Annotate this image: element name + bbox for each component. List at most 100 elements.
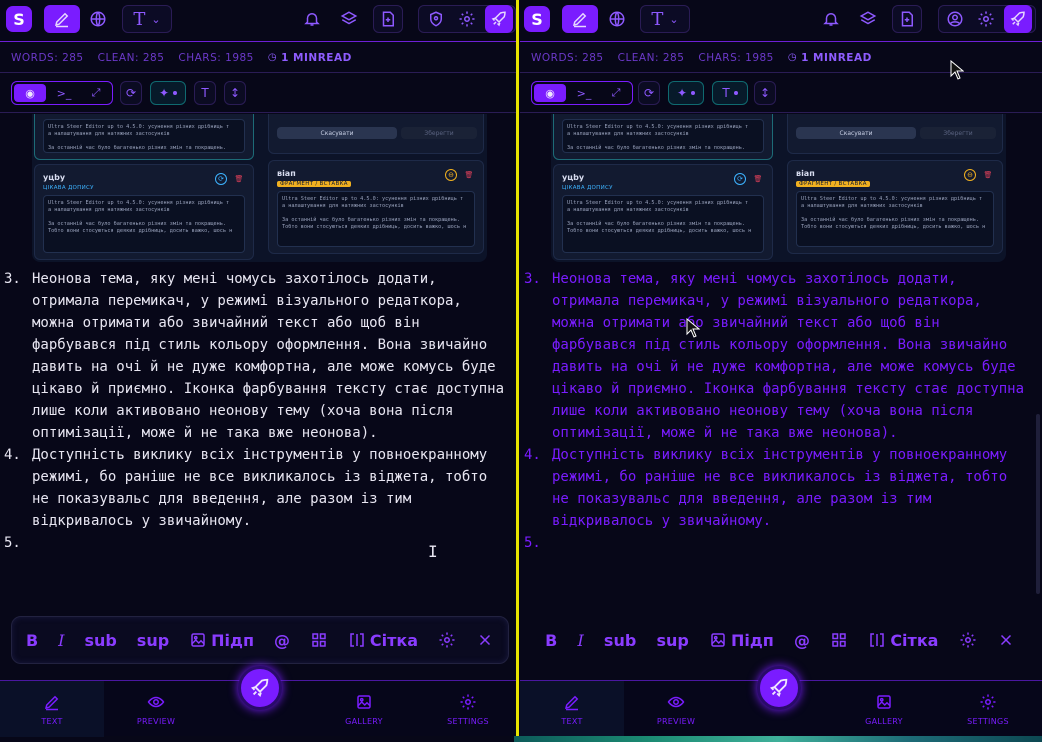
nav-tab-settings[interactable]: SETTINGS [416,681,518,737]
nav-tab-preview[interactable]: PREVIEW [104,681,208,737]
preview-card-1: yцbу ЦІКАВА ДОПИСУ ⟳ 🗑 Ultra Steer Edito… [34,164,254,260]
editor-content[interactable]: Ultra Steer Editor up to 4.5.0: усунення… [0,114,518,614]
line-height-button[interactable]: ↕ [224,81,246,105]
subscript-button[interactable]: sub [604,631,636,650]
globe-button[interactable] [605,5,629,33]
list-item: 4. Доступність виклику всіх інструментів … [4,447,496,529]
eye-icon[interactable]: ◉ [534,84,566,102]
rocket-button[interactable] [1004,5,1032,33]
terminal-icon[interactable]: >_ [568,82,600,104]
file-plus-icon [901,11,913,27]
italic-button[interactable]: I [58,631,64,650]
blocks-button[interactable] [310,631,328,649]
rocket-button[interactable] [485,5,513,33]
italic-button[interactable]: I [577,631,583,650]
settings-gear-button[interactable] [974,5,998,33]
right-editor-pane: S T ⌄ WORDS: 285 CLEAN: 285 CHARS: 1985 … [520,0,1042,742]
gear-icon [459,11,475,27]
chevron-down-icon: ⌄ [669,12,679,26]
nav-tab-preview[interactable]: PREVIEW [624,681,728,737]
user-button[interactable] [943,5,967,33]
format-settings-button[interactable] [438,631,456,649]
shield-button[interactable] [424,5,448,33]
sparkle-icon: ✦ [158,86,170,100]
close-icon [1000,634,1011,646]
grid-insert-button[interactable]: Сітка [348,631,418,650]
refresh-icon: ⟳ [643,86,655,100]
insert-image-button[interactable]: Підп [709,631,774,650]
editor-content[interactable]: Ultra Steer Editor up to 4.5.0: усунення… [520,114,1042,614]
desktop-background-strip [514,736,1042,742]
nav-tab-settings[interactable]: SETTINGS [936,681,1040,737]
superscript-button[interactable]: sup [137,631,169,650]
pen-icon [44,695,59,710]
expand-icon[interactable]: ⤢ [80,82,112,104]
publish-fab[interactable] [757,666,801,710]
edit-mode-button[interactable] [562,5,598,33]
list-item: 5. [524,535,541,551]
line-height-button[interactable]: ↕ [754,81,776,105]
settings-gear-button[interactable] [455,5,479,33]
notifications-button[interactable] [300,5,324,33]
app-logo[interactable]: S [524,6,550,32]
mention-button[interactable]: @ [794,631,810,650]
subscript-button[interactable]: sub [84,631,116,650]
gear-icon [978,11,994,27]
bold-button[interactable]: B [545,631,557,650]
text-type-icon: T [133,8,146,30]
sync-button[interactable]: ⟳ [638,81,660,105]
font-dropdown[interactable]: T ⌄ [640,5,690,33]
format-toolbar: B I sub sup Підп @ Сітка [11,616,509,664]
nav-tab-gallery[interactable]: GALLERY [312,681,416,737]
notifications-button[interactable] [819,5,843,33]
mention-button[interactable]: @ [274,631,290,650]
layers-button[interactable] [336,5,362,33]
close-format-button[interactable] [476,631,494,649]
format-settings-button[interactable] [959,631,977,649]
preview-card-top: Ultra Steer Editor up to 4.5.0: усунення… [553,114,773,160]
expand-icon[interactable]: ⤢ [600,82,632,104]
neon-color-toggle[interactable]: ✦ [150,81,186,105]
terminal-icon[interactable]: >_ [48,82,80,104]
bold-button[interactable]: B [26,631,38,650]
image-icon [877,694,891,709]
eye-icon[interactable]: ◉ [14,84,46,102]
eye-icon [147,696,165,707]
edit-mode-button[interactable] [44,5,80,33]
rocket-icon [1010,11,1025,27]
close-format-button[interactable] [997,631,1015,649]
new-file-button[interactable] [373,5,403,33]
app-root: S T ⌄ WORDS: 285 CLEAN: 285 CHARS: 1985 … [0,0,1042,742]
globe-icon [609,11,625,27]
user-icon [947,11,963,27]
insert-image-button[interactable]: Підп [189,631,254,650]
new-file-button[interactable] [892,5,922,33]
text-format-button[interactable]: T [194,81,216,105]
shield-icon [430,11,442,27]
split-divider[interactable] [516,0,519,742]
nav-tab-gallery[interactable]: GALLERY [832,681,936,737]
grid-insert-button[interactable]: Сітка [868,631,938,650]
nav-tab-text[interactable]: TEXT [0,681,104,737]
globe-button[interactable] [86,5,110,33]
app-logo[interactable]: S [6,6,32,32]
nav-tab-text[interactable]: TEXT [520,681,624,737]
image-icon [191,633,205,647]
scrollbar[interactable] [1036,414,1040,594]
neon-color-toggle[interactable]: ✦ [668,81,704,105]
preview-card-1: yцbу ЦІКАВА ДОПИСУ ⟳ 🗑 Ultra Steer Edito… [553,164,773,260]
char-count: CHARS: 1985 [698,51,774,64]
gear-icon [439,632,455,648]
blocks-button[interactable] [830,631,848,649]
superscript-button[interactable]: sup [656,631,688,650]
bell-icon [304,13,320,26]
publish-fab[interactable] [238,666,282,710]
pen-icon [572,12,587,28]
font-dropdown[interactable]: T ⌄ [122,5,172,33]
numbered-list-neon: 3. Неонова тема, яку мені чомусь захотіло… [520,268,1042,554]
text-color-toggle[interactable]: T [712,81,748,105]
sync-button[interactable]: ⟳ [120,81,142,105]
gear-icon [980,694,996,709]
list-item: 4. Доступність виклику всіх інструментів … [524,447,1016,529]
layers-button[interactable] [855,5,881,33]
